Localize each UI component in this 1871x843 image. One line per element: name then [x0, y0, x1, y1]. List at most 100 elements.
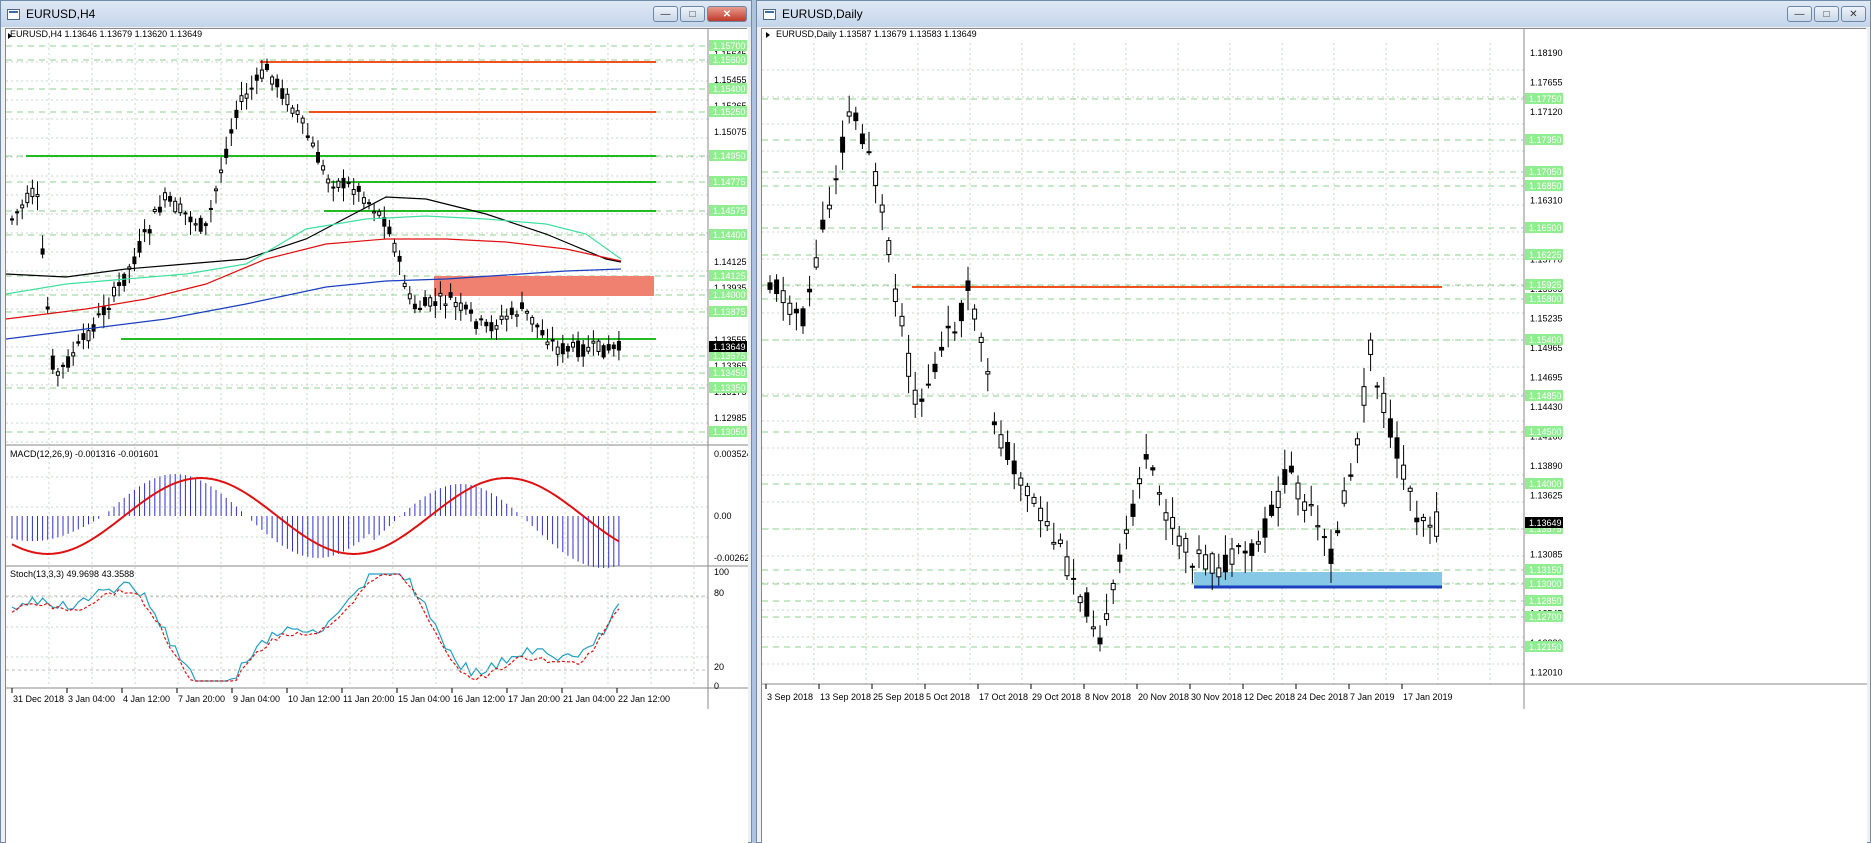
h4-level-tag-label: 1.14125: [713, 271, 746, 281]
h4-candle-body: [45, 306, 50, 310]
h4-candle-body: [295, 110, 300, 116]
h4-candle-body: [50, 355, 55, 370]
h4-candle-body: [290, 107, 295, 114]
h4-level-tag-label: 1.15600: [713, 55, 746, 65]
daily-candle-body: [774, 279, 780, 295]
daily-candle-body: [1024, 485, 1030, 497]
daily-candle-body: [1189, 565, 1195, 568]
h4-candle-body: [530, 317, 535, 325]
h4-candle-body: [474, 321, 479, 329]
daily-candle-body: [1335, 530, 1341, 534]
h4-candle-body: [285, 93, 290, 106]
h4-level-tag-label: 1.14950: [713, 151, 746, 161]
h4-candle-body: [361, 197, 366, 204]
h4-chart-area[interactable]: EURUSD,H4 1.13646 1.13679 1.13620 1.1364…: [5, 28, 748, 843]
daily-chart-area[interactable]: EURUSD,Daily 1.13587 1.13679 1.13583 1.1…: [761, 28, 1867, 843]
daily-candle-body: [1170, 517, 1176, 529]
daily-candle-body: [1361, 386, 1367, 406]
daily-price-tick-label: 1.16310: [1530, 196, 1563, 206]
daily-level-tag-label: 1.13150: [1529, 565, 1562, 575]
daily-candle-body: [1414, 517, 1420, 523]
daily-candle-body: [1381, 392, 1387, 414]
daily-level-tag-label: 1.12700: [1529, 612, 1562, 622]
h4-candle-body: [259, 69, 264, 79]
h4-candle-body: [61, 364, 65, 367]
daily-candle-body: [1137, 478, 1143, 485]
h4-candle-body: [392, 242, 397, 253]
h4-candle-body: [545, 341, 550, 346]
daily-candle-body: [978, 336, 984, 343]
daily-candle-body: [1222, 554, 1228, 573]
daily-time-label: 12 Dec 2018: [1244, 692, 1295, 702]
h4-level-tag-label: 1.13875: [713, 307, 746, 317]
daily-chart-window[interactable]: EURUSD,Daily — □ ✕ EURUSD,Daily 1.13587 …: [756, 0, 1871, 843]
h4-level-tag-label: 1.13350: [713, 383, 746, 393]
daily-level-tag-label: 1.14000: [1529, 479, 1562, 489]
macd-tick-label: 0.00: [714, 511, 732, 521]
daily-candle-body: [1321, 536, 1327, 539]
daily-candle-body: [1110, 582, 1116, 591]
daily-candle-body: [912, 389, 918, 405]
daily-candle-body: [859, 133, 865, 145]
maximize-button[interactable]: □: [680, 6, 705, 22]
h4-candle-body: [173, 200, 178, 213]
daily-chart-svg[interactable]: EURUSD,Daily 1.13587 1.13679 1.13583 1.1…: [762, 29, 1867, 843]
h4-time-label: 22 Jan 12:00: [618, 694, 670, 704]
h4-candle-body: [316, 151, 320, 163]
h4-candle-body: [433, 301, 438, 306]
stoch-header: Stoch(13,3,3) 49.9698 43.3588: [10, 569, 134, 579]
h4-candle-body: [219, 169, 224, 174]
daily-candle-body: [873, 171, 879, 186]
h4-candle-body: [310, 142, 315, 147]
h4-candle-body: [198, 217, 203, 232]
maximize-button[interactable]: □: [1814, 6, 1839, 22]
h4-time-label: 7 Jan 20:00: [178, 694, 225, 704]
close-button[interactable]: ✕: [707, 6, 747, 22]
h4-candle-body: [40, 248, 45, 255]
h4-candle-body: [254, 74, 259, 81]
daily-candle-body: [1434, 511, 1440, 537]
h4-candle-body: [249, 87, 254, 90]
daily-price-tick-label: 1.13085: [1530, 550, 1563, 560]
h4-candle-body: [10, 218, 14, 221]
h4-candle-body: [30, 187, 35, 198]
h4-candle-body: [265, 63, 269, 71]
daily-candle-body: [1348, 474, 1354, 477]
daily-candle-body: [1018, 477, 1024, 486]
h4-candle-body: [377, 211, 382, 216]
daily-candle-body: [965, 280, 971, 291]
daily-level-tag-label: 1.14850: [1529, 391, 1562, 401]
daily-price-tick-label: 1.15235: [1530, 314, 1563, 324]
stoch-tick-label: 100: [714, 567, 729, 577]
daily-candle-body: [1163, 512, 1169, 521]
daily-candle-body: [1064, 556, 1070, 577]
daily-title-bar[interactable]: EURUSD,Daily — □ ✕: [757, 1, 1870, 27]
daily-candle-body: [1401, 464, 1407, 480]
h4-candle-body: [86, 330, 91, 342]
h4-candle-body: [229, 129, 234, 134]
h4-time-label: 16 Jan 12:00: [453, 694, 505, 704]
h4-candle-body: [560, 343, 565, 355]
h4-title-bar[interactable]: EURUSD,H4 — □ ✕: [1, 1, 751, 27]
h4-candle-body: [423, 297, 428, 306]
h4-candle-body: [443, 303, 448, 307]
daily-candle-body: [1176, 535, 1182, 547]
h4-candle-body: [346, 181, 351, 185]
h4-background: [6, 29, 748, 843]
daily-time-label: 20 Nov 2018: [1138, 692, 1189, 702]
daily-candle-body: [1011, 460, 1017, 475]
h4-time-label: 31 Dec 2018: [13, 694, 64, 704]
h4-candle-body: [178, 203, 183, 214]
close-button[interactable]: ✕: [1841, 6, 1866, 22]
h4-candle-body: [407, 293, 412, 300]
daily-candle-body: [1150, 467, 1156, 471]
minimize-button[interactable]: —: [1787, 6, 1812, 22]
h4-level-tag-label: 1.13450: [713, 368, 746, 378]
daily-time-label: 3 Sep 2018: [767, 692, 813, 702]
h4-chart-window[interactable]: EURUSD,H4 — □ ✕ EURUSD,H4 1.13646 1.1367…: [0, 0, 752, 843]
minimize-button[interactable]: —: [653, 6, 678, 22]
h4-price-tick-label: 1.12985: [714, 413, 747, 423]
h4-chart-svg[interactable]: EURUSD,H4 1.13646 1.13679 1.13620 1.1364…: [6, 29, 748, 843]
daily-time-label: 24 Dec 2018: [1297, 692, 1348, 702]
h4-candle-body: [142, 229, 147, 233]
